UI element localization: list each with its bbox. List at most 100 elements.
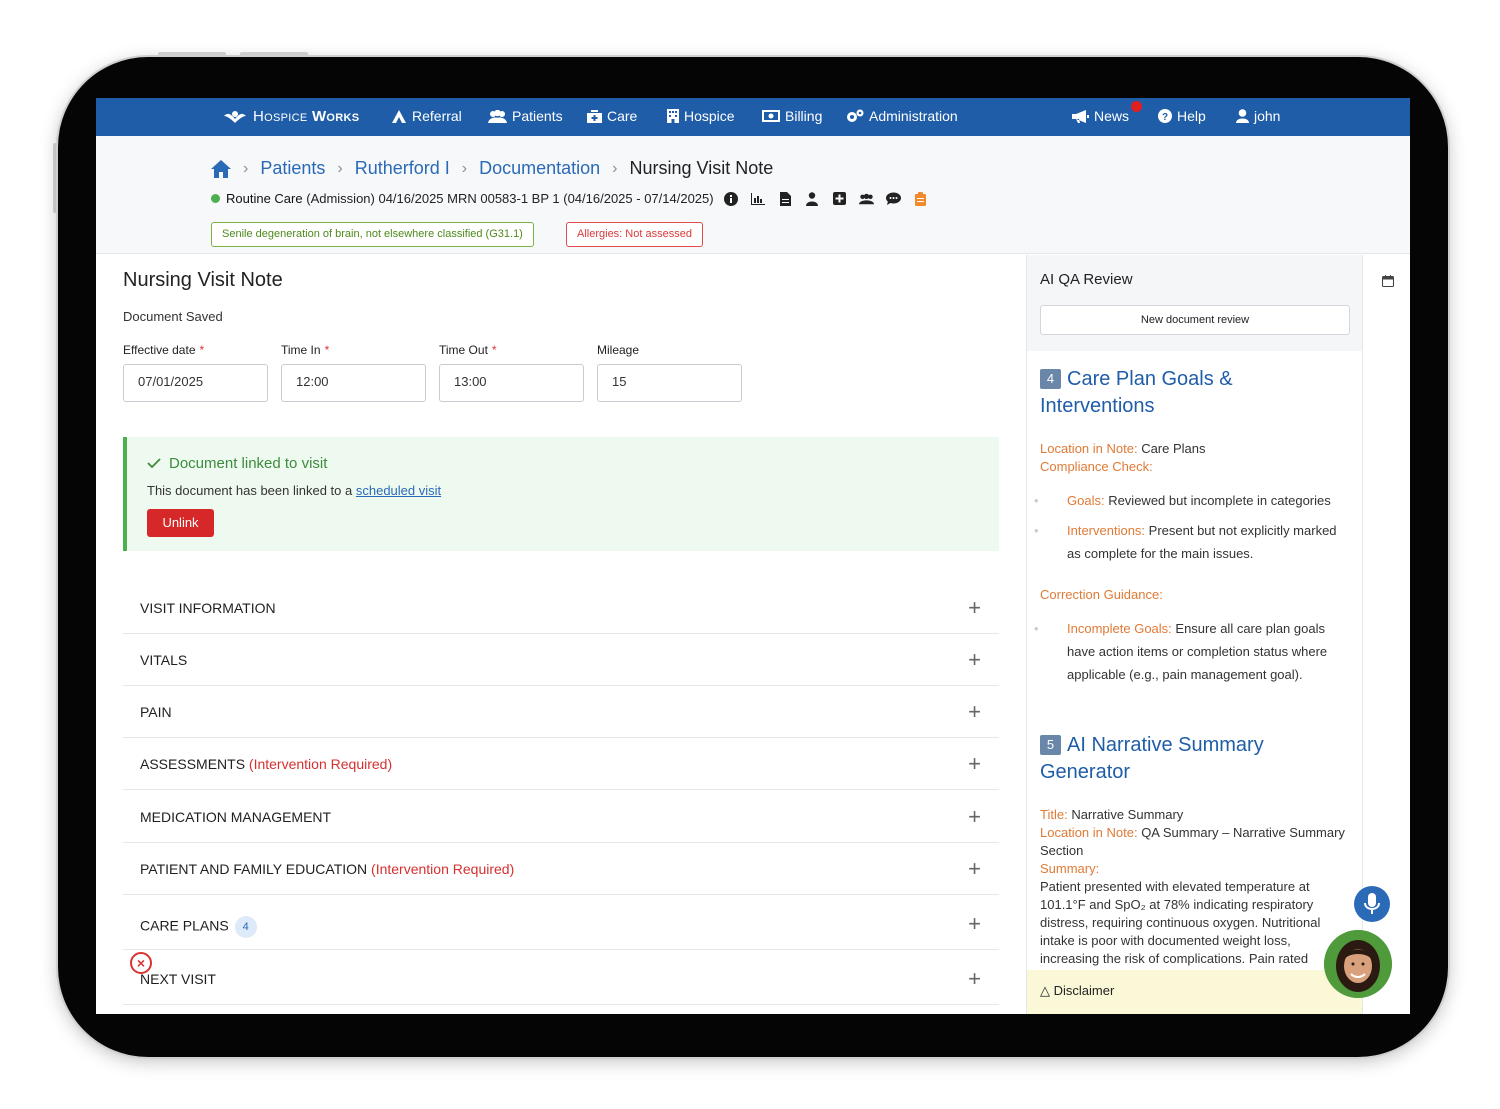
guidance-line: Correction Guidance: — [1040, 587, 1163, 602]
heading-text: Care Plan Goals & Interventions — [1040, 368, 1233, 417]
summary-text: Patient presented with elevated temperat… — [1040, 879, 1321, 966]
breadcrumb-patients[interactable]: Patients — [260, 158, 325, 179]
breadcrumb-documentation[interactable]: Documentation — [479, 158, 600, 179]
disclaimer-bar[interactable]: △ Disclaimer — [1027, 970, 1363, 1014]
expand-plus-icon[interactable]: + — [968, 647, 981, 673]
field-value: Reviewed but incomplete in categories — [1104, 493, 1331, 508]
section-next-visit[interactable]: NEXT VISIT + — [123, 953, 999, 1005]
assistant-avatar[interactable] — [1324, 930, 1392, 998]
episode-type: Routine Care — [226, 191, 303, 206]
time-in-field: Time In * 12:00 — [281, 343, 426, 402]
close-icon[interactable]: × — [130, 952, 152, 974]
narrative-location-line: Location in Note: QA Summary – Narrative… — [1040, 824, 1345, 860]
location-line: Location in Note: Care Plans — [1040, 441, 1206, 456]
section-heading-narrative: 5 AI Narrative Summary Generator — [1040, 732, 1350, 786]
section-visit-information[interactable]: VISIT INFORMATION + — [123, 582, 999, 634]
nav-hospice[interactable]: Hospice — [667, 108, 735, 124]
alert-title: Document linked to visit — [169, 455, 328, 472]
unlink-button[interactable]: Unlink — [147, 509, 214, 537]
section-patient-family-education[interactable]: PATIENT AND FAMILY EDUCATION (Interventi… — [123, 843, 999, 895]
app-screen: Hospice Works Referral Patients Care Hos… — [96, 98, 1410, 1014]
clipboard-icon[interactable] — [913, 191, 928, 206]
calendar-icon[interactable] — [1382, 275, 1394, 287]
field-label: Incomplete Goals: — [1067, 621, 1172, 636]
scheduled-visit-link[interactable]: scheduled visit — [356, 483, 441, 498]
breadcrumb: › Patients › Rutherford I › Documentatio… — [211, 158, 773, 179]
device-volume-button — [158, 52, 226, 56]
list-item: Interventions: Present but not explicitl… — [1034, 519, 1337, 565]
section-label: VITALS — [140, 652, 188, 668]
section-pain[interactable]: PAIN + — [123, 686, 999, 738]
nav-referral[interactable]: Referral — [392, 108, 462, 124]
brand-logo[interactable]: Hospice Works — [222, 108, 359, 125]
chevron-right-icon: › — [612, 159, 618, 177]
section-heading-care-plan: 4 Care Plan Goals & Interventions — [1040, 366, 1350, 420]
field-label: Location in Note: — [1040, 825, 1138, 840]
field-label: Compliance Check: — [1040, 459, 1153, 474]
info-icon[interactable] — [724, 191, 739, 206]
mileage-input[interactable]: 15 — [597, 364, 742, 402]
section-assessments[interactable]: ASSESSMENTS (Intervention Required) + — [123, 738, 999, 790]
expand-plus-icon[interactable]: + — [968, 751, 981, 777]
disclaimer-text: Disclaimer — [1053, 983, 1115, 998]
chart-icon[interactable] — [751, 191, 766, 206]
expand-plus-icon[interactable]: + — [968, 911, 981, 937]
section-label: PATIENT AND FAMILY EDUCATION — [140, 861, 368, 877]
field-label: Interventions: — [1067, 523, 1146, 538]
allergies-tag[interactable]: Allergies: Not assessed — [566, 222, 703, 247]
news-notification-dot — [1131, 101, 1142, 112]
effective-date-input[interactable]: 07/01/2025 — [123, 364, 268, 402]
expand-plus-icon[interactable]: + — [968, 595, 981, 621]
ai-review-content: 4 Care Plan Goals & Interventions Locatio… — [1027, 351, 1363, 1014]
chat-icon[interactable] — [885, 191, 901, 206]
expand-plus-icon[interactable]: + — [968, 804, 981, 830]
avatar-icon — [1324, 930, 1392, 998]
linked-visit-alert: Document linked to visit This document h… — [123, 437, 999, 551]
team-icon[interactable] — [858, 191, 874, 206]
section-label: CARE PLANS — [140, 917, 229, 934]
time-in-input[interactable]: 12:00 — [281, 364, 426, 402]
field-value: Narrative Summary — [1067, 807, 1184, 822]
nav-news[interactable]: News — [1072, 108, 1129, 124]
nav-patients[interactable]: Patients — [488, 108, 563, 124]
document-icon[interactable] — [778, 191, 793, 206]
required-marker: * — [324, 343, 330, 357]
required-marker: * — [199, 343, 205, 357]
care-icon — [587, 109, 602, 123]
nav-billing[interactable]: Billing — [762, 108, 822, 124]
expand-plus-icon[interactable]: + — [968, 699, 981, 725]
chevron-right-icon: › — [243, 159, 249, 177]
list-item: Incomplete Goals: Ensure all care plan g… — [1034, 617, 1337, 686]
doctor-icon[interactable] — [805, 191, 820, 206]
time-out-input[interactable]: 13:00 — [439, 364, 584, 402]
nav-administration[interactable]: Administration — [846, 108, 958, 124]
nav-help[interactable]: ? Help — [1158, 108, 1206, 124]
nav-care[interactable]: Care — [587, 108, 637, 124]
expand-plus-icon[interactable]: + — [968, 966, 981, 992]
status-dot-icon — [211, 194, 220, 203]
new-document-review-button[interactable]: New document review — [1040, 305, 1350, 335]
microphone-icon — [1364, 893, 1380, 914]
patients-icon — [488, 109, 507, 123]
patient-header: › Patients › Rutherford I › Documentatio… — [96, 136, 1410, 254]
expand-plus-icon[interactable]: + — [968, 856, 981, 882]
summary-label-line: Summary: — [1040, 860, 1345, 878]
referral-icon — [392, 109, 406, 123]
section-label: VISIT INFORMATION — [140, 600, 276, 616]
home-icon[interactable] — [211, 159, 231, 178]
list-item: Goals: Reviewed but incomplete in catego… — [1034, 489, 1337, 512]
section-care-plans[interactable]: CARE PLANS 4 + — [123, 898, 999, 950]
section-medication-management[interactable]: MEDICATION MANAGEMENT + — [123, 791, 999, 843]
medical-plus-icon[interactable] — [832, 191, 847, 206]
billing-icon — [762, 110, 780, 122]
save-status: Document Saved — [123, 309, 223, 324]
nav-user[interactable]: john — [1236, 108, 1280, 124]
intervention-required-note: (Intervention Required) — [371, 861, 515, 877]
section-label: PAIN — [140, 704, 172, 720]
breadcrumb-patient[interactable]: Rutherford I — [355, 158, 450, 179]
microphone-button[interactable] — [1354, 886, 1390, 922]
patient-summary-line: Routine Care (Admission) 04/16/2025 MRN … — [211, 191, 928, 206]
breadcrumb-current: Nursing Visit Note — [629, 158, 774, 178]
page-title: Nursing Visit Note — [123, 269, 283, 291]
section-vitals[interactable]: VITALS + — [123, 634, 999, 686]
